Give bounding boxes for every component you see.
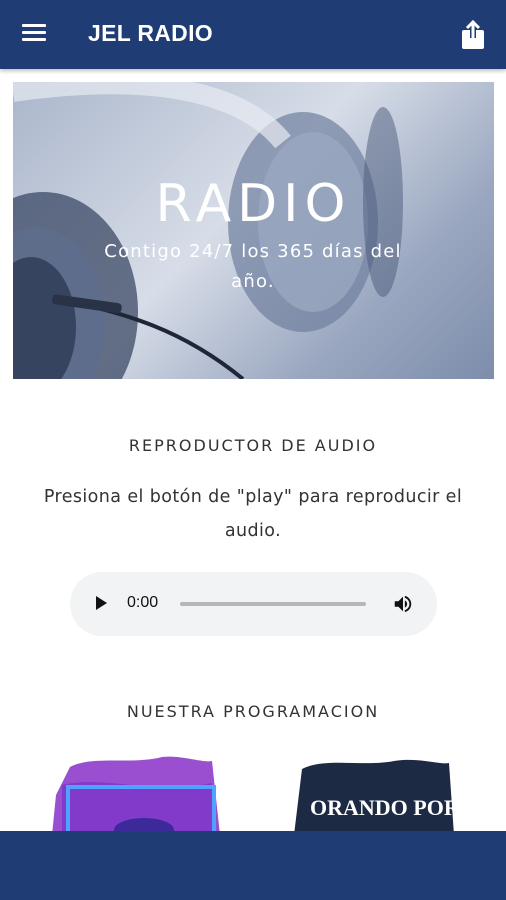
- program-card[interactable]: [52, 755, 220, 835]
- player-description: Presiona el botón de "play" para reprodu…: [43, 487, 463, 541]
- audio-player: 0:00: [70, 572, 437, 636]
- current-time: 0:00: [127, 594, 159, 611]
- program-card[interactable]: ORANDO POR TI: [294, 755, 454, 835]
- menu-icon[interactable]: [22, 24, 46, 44]
- progress-track[interactable]: [180, 602, 366, 606]
- program-image: [52, 756, 220, 835]
- volume-icon[interactable]: [392, 593, 414, 615]
- hero-banner: RADIO Contigo 24/7 los 365 días del año.: [13, 82, 494, 379]
- play-icon[interactable]: [96, 596, 107, 610]
- app-bar: JEL RADIO: [0, 0, 506, 69]
- hero-subtitle: Contigo 24/7 los 365 días del año.: [104, 241, 402, 292]
- programming-section-title: NUESTRA PROGRAMACION: [126, 702, 380, 721]
- hero-title: RADIO: [155, 174, 352, 234]
- program-image: ORANDO POR TI: [294, 759, 454, 835]
- app-title: JEL RADIO: [88, 20, 213, 46]
- share-icon[interactable]: [459, 19, 487, 51]
- player-section-title: REPRODUCTOR DE AUDIO: [128, 436, 378, 455]
- program-label: ORANDO POR TI: [310, 795, 454, 820]
- bottom-bar: [0, 831, 506, 900]
